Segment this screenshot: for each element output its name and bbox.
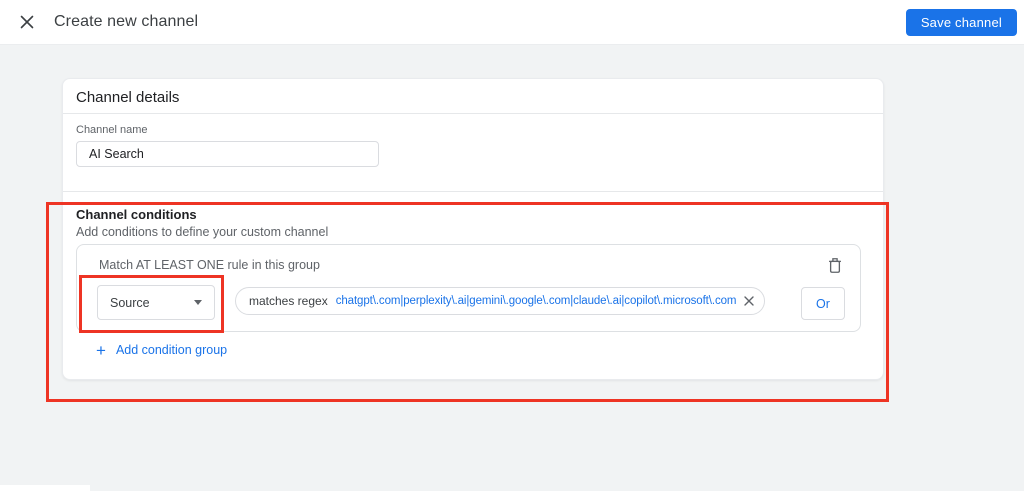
channel-name-value: AI Search: [89, 147, 144, 161]
regex-value: chatgpt\.com|perplexity\.ai|gemini\.goog…: [335, 295, 737, 307]
section-divider: [63, 113, 883, 114]
channel-details-title: Channel details: [76, 89, 180, 106]
or-button[interactable]: Or: [801, 287, 845, 320]
add-condition-group-link[interactable]: + Add condition group: [96, 340, 227, 360]
dimension-dropdown-value: Source: [110, 295, 150, 310]
channel-name-input[interactable]: AI Search: [76, 141, 379, 167]
page-title: Create new channel: [54, 13, 199, 30]
condition-rule-chip[interactable]: matches regex chatgpt\.com|perplexity\.a…: [235, 287, 766, 315]
save-channel-button[interactable]: Save channel: [905, 9, 1017, 36]
channel-conditions-title: Channel conditions: [76, 207, 197, 222]
channel-conditions-subtitle: Add conditions to define your custom cha…: [76, 225, 329, 239]
remove-rule-icon[interactable]: [744, 296, 755, 306]
bottom-edge-strip: [0, 485, 90, 491]
operator-label: matches regex: [249, 294, 328, 308]
add-condition-group-label: Add condition group: [115, 343, 228, 357]
close-icon[interactable]: [12, 7, 42, 37]
delete-group-button[interactable]: [824, 254, 846, 276]
trash-icon: [829, 257, 841, 273]
top-bar: Create new channel Save channel: [0, 0, 1024, 45]
channel-form-card: Channel details Channel name AI Search C…: [62, 78, 884, 380]
match-rule-label: Match AT LEAST ONE rule in this group: [99, 258, 320, 272]
x-icon: [744, 296, 755, 306]
dimension-dropdown[interactable]: Source: [97, 285, 215, 320]
channel-name-label: Channel name: [76, 124, 148, 136]
condition-group-card: Match AT LEAST ONE rule in this group So…: [76, 244, 861, 332]
section-divider: [63, 191, 883, 192]
plus-icon: +: [96, 340, 106, 360]
chevron-down-icon: [194, 300, 202, 305]
close-icon-glyph: [20, 15, 34, 29]
